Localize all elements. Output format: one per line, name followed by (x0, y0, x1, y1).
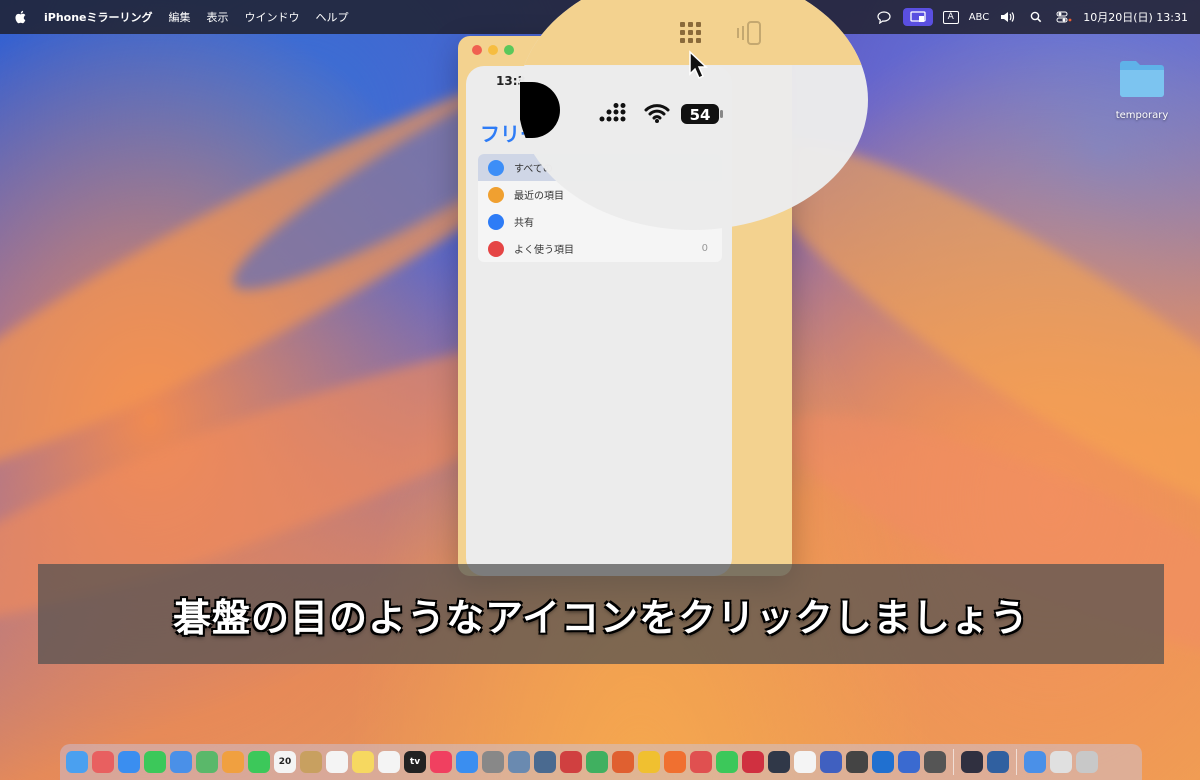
heart-icon (488, 240, 504, 257)
dock-chrome-icon[interactable] (638, 751, 660, 773)
dock-freeform-icon[interactable] (378, 751, 400, 773)
menu-edit[interactable]: 編集 (169, 9, 191, 25)
mouse-cursor-icon (689, 50, 708, 80)
dock-finder-icon[interactable] (66, 751, 88, 773)
dock-app-blue-icon[interactable] (872, 751, 894, 773)
dock-image-capture-icon[interactable] (534, 751, 556, 773)
apple-menu-icon[interactable] (14, 9, 28, 25)
dock-line-icon[interactable] (716, 751, 738, 773)
dock-maps-icon[interactable] (196, 751, 218, 773)
dock-app-store-icon[interactable] (456, 751, 478, 773)
close-button[interactable] (472, 45, 482, 55)
dock-safari-icon[interactable] (118, 751, 140, 773)
dock-chatgpt-icon[interactable] (846, 751, 868, 773)
clock-icon (488, 186, 504, 203)
input-method-icon[interactable]: A (942, 10, 959, 24)
control-center-icon[interactable] (1055, 10, 1073, 24)
dock-mail-icon[interactable] (170, 751, 192, 773)
battery-level: 54 (690, 106, 711, 124)
desktop-folder[interactable]: temporary (1104, 58, 1180, 121)
folder-icon (488, 159, 504, 176)
minimize-button[interactable] (488, 45, 498, 55)
window-controls (472, 45, 514, 55)
dock-firefox-icon[interactable] (664, 751, 686, 773)
dock-music-icon[interactable] (430, 751, 452, 773)
dock-settings-icon[interactable] (482, 751, 504, 773)
video-caption: 碁盤の目のようなアイコンをクリックしましょう (38, 564, 1164, 664)
dock-numbers-icon[interactable] (586, 751, 608, 773)
dock-trash-icon[interactable] (1076, 751, 1098, 773)
battery-icon: 54 (681, 104, 723, 124)
menu-view[interactable]: 表示 (207, 9, 229, 25)
dock-hand-app-icon[interactable] (820, 751, 842, 773)
dock-pen-app-icon[interactable] (794, 751, 816, 773)
list-item-label: 共有 (514, 218, 534, 229)
magnified-grid-icon (680, 22, 701, 43)
dock-photo-app-icon[interactable] (560, 751, 582, 773)
people-icon (488, 213, 504, 230)
dock-text-app-icon[interactable] (898, 751, 920, 773)
dock-preview-icon[interactable] (508, 751, 530, 773)
list-item-favorites[interactable]: よく使う項目 0 (478, 235, 722, 262)
dock-downloads-icon[interactable] (1024, 751, 1046, 773)
dock-calculator-icon[interactable] (924, 751, 946, 773)
dock-calendar-icon[interactable]: 20 (274, 751, 296, 773)
menu-help[interactable]: ヘルプ (316, 9, 349, 25)
magnified-app-switcher-icon (737, 21, 761, 45)
cellular-signal-icon (599, 103, 626, 122)
dock-iphone-mirroring-icon[interactable] (961, 751, 983, 773)
caption-text: 碁盤の目のようなアイコンをクリックしましょう (172, 595, 1030, 640)
dock-facetime-icon[interactable] (248, 751, 270, 773)
dock-app-dark-icon[interactable] (768, 751, 790, 773)
dock-notes-icon[interactable] (352, 751, 374, 773)
volume-icon[interactable] (999, 10, 1017, 24)
app-menu[interactable]: iPhoneミラーリング (44, 9, 153, 25)
folder-icon (1120, 61, 1164, 97)
dock-app-red-icon[interactable] (742, 751, 764, 773)
zoom-button[interactable] (504, 45, 514, 55)
search-icon[interactable] (1027, 10, 1045, 24)
dock-quicktime-icon[interactable] (987, 751, 1009, 773)
dock-separator (953, 749, 954, 775)
dock-reminders-icon[interactable] (326, 751, 348, 773)
dock-launchpad-icon[interactable] (92, 751, 114, 773)
dock-messages-icon[interactable] (144, 751, 166, 773)
favorites-count: 0 (701, 243, 708, 254)
dock-photos-icon[interactable] (222, 751, 244, 773)
dock-paint-icon[interactable] (690, 751, 712, 773)
folder-label: temporary (1115, 110, 1169, 121)
dock-tv-icon[interactable]: tv (404, 751, 426, 773)
chat-bubble-icon[interactable] (875, 10, 893, 24)
menu-window[interactable]: ウインドウ (245, 9, 300, 25)
dock: 20 tv (60, 744, 1142, 780)
dock-document-icon[interactable] (1050, 751, 1072, 773)
list-item-label: よく使う項目 (514, 245, 574, 256)
list-item-label: 最近の項目 (514, 191, 564, 202)
menubar-clock[interactable]: 10月20日(日) 13:31 (1083, 9, 1188, 25)
dock-separator (1016, 749, 1017, 775)
wifi-icon (644, 104, 670, 123)
magnified-dynamic-island (520, 82, 560, 138)
dock-contacts-icon[interactable] (300, 751, 322, 773)
dock-keynote-icon[interactable] (612, 751, 634, 773)
input-source-label[interactable]: ABC (969, 12, 990, 23)
screen-mirror-icon[interactable] (902, 8, 933, 26)
